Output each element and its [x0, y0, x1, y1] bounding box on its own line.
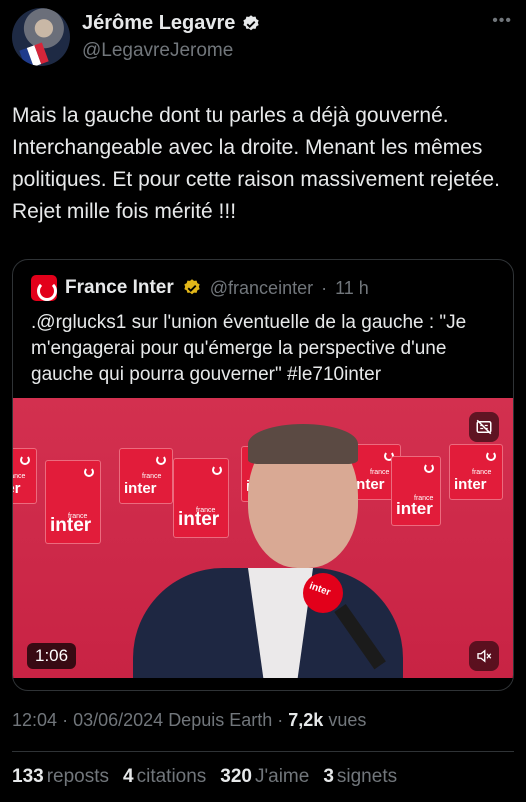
video-player[interactable]: franceinter franceinter franceinter fran…: [13, 398, 513, 678]
author-handle[interactable]: @LegavreJerome: [82, 40, 233, 62]
video-duration: 1:06: [27, 643, 77, 669]
france-inter-logo: franceinter: [45, 460, 101, 544]
captions-off-icon[interactable]: [469, 412, 499, 442]
verified-badge-icon: [243, 14, 260, 30]
quoted-tweet-header: France Inter @franceinter · 11 h: [31, 274, 369, 302]
tricolor-sash-icon: [19, 42, 49, 66]
quoted-author-name[interactable]: France Inter: [65, 277, 174, 299]
meta-separator: ·: [277, 710, 284, 730]
quoted-tweet-text: .@rglucks1 sur l'union éventuelle de la …: [31, 312, 467, 385]
author-name[interactable]: Jérôme Legavre: [82, 12, 235, 35]
tweet-header: Jérôme Legavre @LegavreJerome •••: [12, 8, 514, 72]
quoted-tweet[interactable]: France Inter @franceinter · 11 h .@rgluc…: [12, 259, 514, 691]
tweet-time[interactable]: 12:04: [12, 710, 57, 730]
tweet-meta: 12:04 · 03/06/2024 Depuis Earth · 7,2k v…: [12, 710, 366, 731]
tweet-date[interactable]: 03/06/2024: [73, 710, 163, 730]
france-inter-avatar[interactable]: [31, 275, 57, 301]
author-name-row: Jérôme Legavre: [82, 12, 261, 35]
tweet-text: Mais la gauche dont tu parles a déjà gou…: [12, 104, 500, 223]
quoted-time[interactable]: 11 h: [335, 278, 369, 299]
france-inter-logo: franceinter: [449, 444, 503, 500]
quoted-separator: ·: [321, 277, 328, 298]
engagement-stats: 133 reposts 4 citations 320 J'aime 3 signets: [12, 766, 397, 788]
bookmarks-stat[interactable]: 3 signets: [323, 766, 397, 788]
meta-separator: ·: [62, 710, 69, 730]
tweet-source: Depuis Earth: [168, 710, 273, 730]
verified-gold-badge-icon: [184, 279, 200, 295]
divider: [12, 751, 514, 752]
views-count: 7,2k: [288, 710, 324, 730]
likes-stat[interactable]: 320 J'aime: [220, 766, 309, 788]
quoted-author-handle[interactable]: @franceinter: [210, 278, 313, 299]
more-options-icon[interactable]: •••: [492, 12, 512, 30]
quotes-stat[interactable]: 4 citations: [123, 766, 206, 788]
volume-muted-icon[interactable]: [469, 641, 499, 671]
author-avatar[interactable]: [12, 8, 70, 66]
reposts-stat[interactable]: 133 reposts: [12, 766, 109, 788]
views-label: vues: [328, 710, 367, 730]
france-inter-logo: franceinter: [13, 448, 37, 504]
